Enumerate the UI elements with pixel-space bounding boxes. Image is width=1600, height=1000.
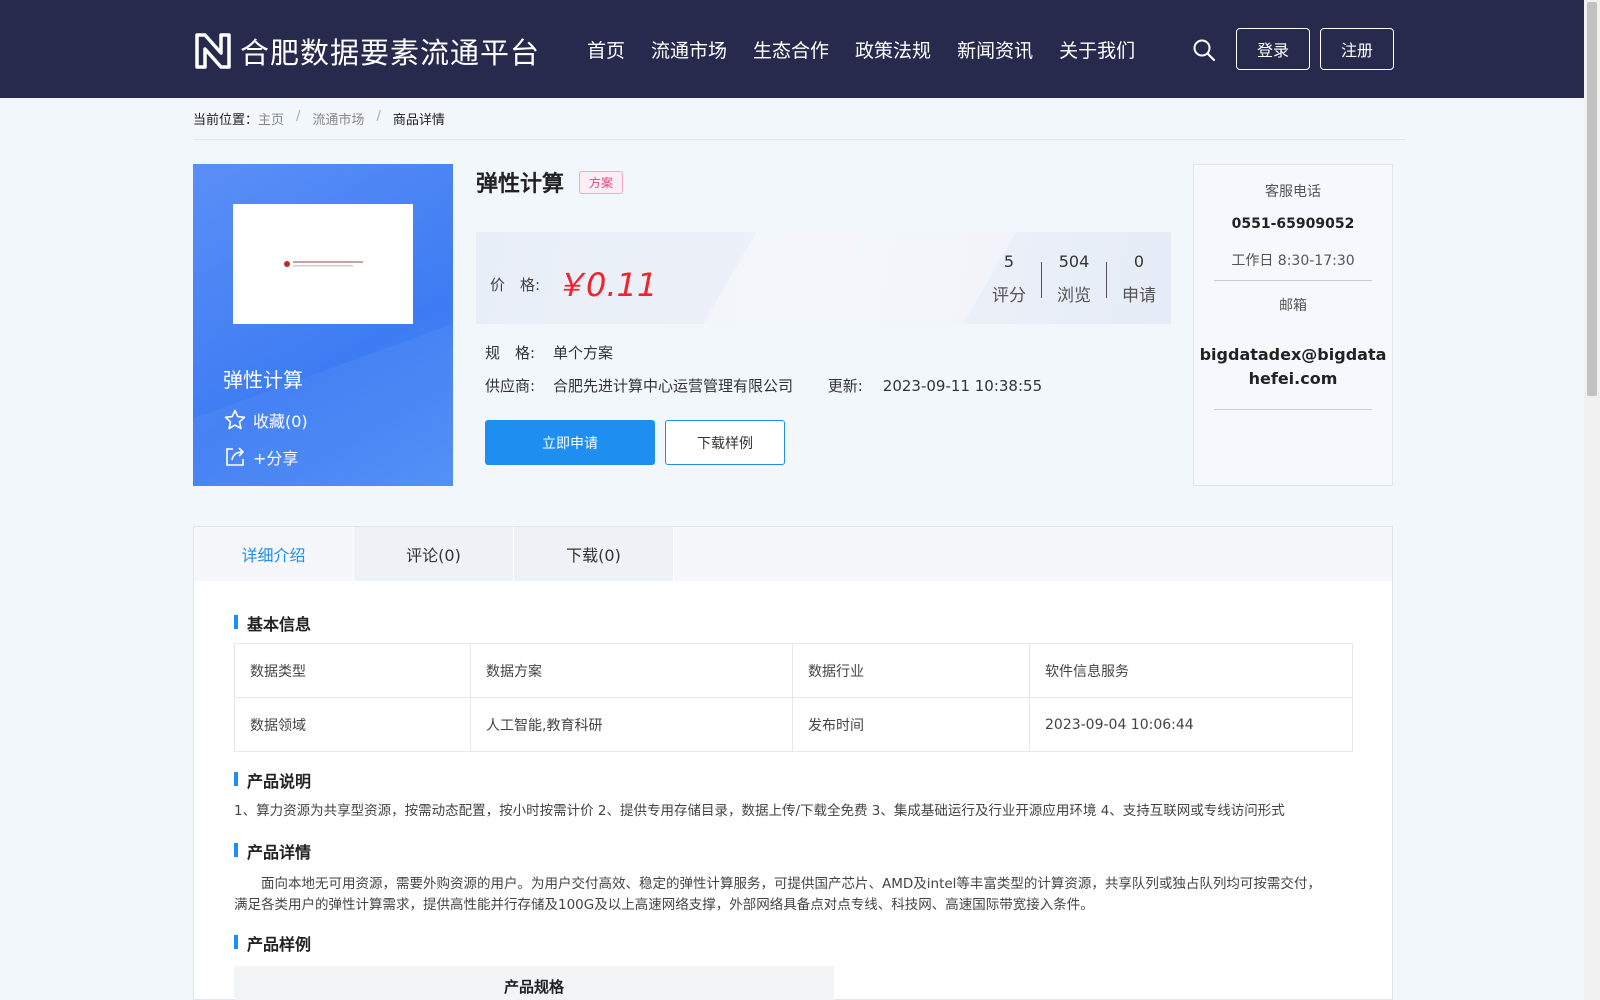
logo-icon bbox=[195, 33, 231, 69]
table-cell: 数据类型 bbox=[234, 643, 471, 698]
divider bbox=[193, 139, 1405, 140]
email-address[interactable]: bigdatadex@bigdata hefei.com bbox=[1194, 343, 1392, 391]
price-value: ￥0.11 bbox=[554, 266, 658, 304]
nav-home[interactable]: 首页 bbox=[587, 36, 625, 63]
detail-tabs: 详细介绍 评论(0) 下载(0) bbox=[193, 526, 1393, 582]
divider bbox=[1214, 280, 1372, 281]
email-line: bigdatadex@bigdata bbox=[1199, 345, 1387, 364]
stat-number: 5 bbox=[1003, 252, 1015, 271]
updated-label: 更新: bbox=[827, 377, 863, 395]
product-tag-badge: 方案 bbox=[579, 171, 624, 194]
table-row: 数据类型 数据方案 数据行业 软件信息服务 bbox=[234, 643, 1353, 698]
breadcrumb-separator: / bbox=[296, 109, 301, 124]
divider bbox=[1214, 409, 1372, 410]
stat-applications: 0 申请 bbox=[1107, 252, 1171, 306]
site-title: 合肥数据要素流通平台 bbox=[240, 36, 541, 70]
product-thumbnail[interactable] bbox=[233, 204, 413, 324]
stat-number: 0 bbox=[1133, 252, 1145, 271]
tab-details[interactable]: 详细介绍 bbox=[194, 527, 354, 581]
nav-news[interactable]: 新闻资讯 bbox=[957, 36, 1033, 63]
table-row: 数据领域 人工智能,教育科研 发布时间 2023-09-04 10:06:44 bbox=[234, 697, 1353, 752]
stat-number: 504 bbox=[1058, 252, 1090, 271]
supplier-label: 供应商: bbox=[485, 377, 536, 395]
table-cell: 数据行业 bbox=[792, 643, 1030, 698]
table-cell: 人工智能,教育科研 bbox=[470, 697, 793, 752]
table-cell: 发布时间 bbox=[792, 697, 1030, 752]
product-detail-text: 面向本地无可用资源，需要外购资源的用户。为用户交付高效、稳定的弹性计算服务，可提… bbox=[234, 876, 1321, 913]
top-navbar: 合肥数据要素流通平台 首页 流通市场 生态合作 政策法规 新闻资讯 关于我们 登… bbox=[0, 0, 1584, 98]
share-button[interactable]: +分享 bbox=[223, 445, 298, 469]
service-hours: 工作日 8:30-17:30 bbox=[1231, 253, 1355, 269]
star-icon bbox=[224, 409, 246, 430]
breadcrumb-current: 商品详情 bbox=[392, 113, 445, 128]
apply-now-button[interactable]: 立即申请 bbox=[485, 420, 655, 465]
breadcrumb-market[interactable]: 流通市场 bbox=[312, 109, 364, 128]
detail-panel: 基本信息 数据类型 数据方案 数据行业 软件信息服务 数据领域 人工智能,教育科… bbox=[193, 581, 1393, 1000]
sample-table-header: 产品规格 bbox=[234, 966, 834, 1000]
table-cell: 2023-09-04 10:06:44 bbox=[1029, 697, 1353, 752]
main-nav: 首页 流通市场 生态合作 政策法规 新闻资讯 关于我们 bbox=[587, 36, 1161, 63]
table-cell: 软件信息服务 bbox=[1029, 643, 1353, 698]
spec-label: 规 格: bbox=[485, 344, 536, 362]
updated-value: 2023-09-11 10:38:55 bbox=[882, 377, 1043, 395]
spec-value: 单个方案 bbox=[553, 344, 614, 362]
phone-title: 客服电话 bbox=[1265, 184, 1321, 200]
breadcrumb: 当前位置： 主页 / 流通市场 / 商品详情 bbox=[193, 109, 445, 128]
phone-number: 0551-65909052 bbox=[1231, 216, 1355, 232]
customer-service-card: 客服电话 0551-65909052 工作日 8:30-17:30 邮箱 big… bbox=[1193, 164, 1393, 486]
share-icon bbox=[226, 447, 244, 466]
section-title-basic-info: 基本信息 bbox=[234, 611, 311, 635]
nav-about[interactable]: 关于我们 bbox=[1059, 36, 1135, 63]
section-title-sample: 产品样例 bbox=[234, 931, 311, 955]
email-line: hefei.com bbox=[1248, 369, 1338, 388]
spec-row: 规 格: 单个方案 bbox=[485, 342, 613, 363]
price-panel: 价 格: ￥0.11 5 评分 504 浏览 0 申请 bbox=[476, 232, 1171, 324]
product-image-card: 弹性计算 收藏(0) +分享 bbox=[193, 164, 453, 486]
product-description: 1、算力资源为共享型资源，按需动态配置，按小时按需计价 2、提供专用存储目录，数… bbox=[234, 803, 1285, 819]
table-cell: 数据方案 bbox=[470, 643, 793, 698]
tab-downloads[interactable]: 下载(0) bbox=[514, 527, 674, 581]
supplier-value: 合肥先进计算中心运营管理有限公司 bbox=[553, 377, 794, 395]
thumbnail-logo-image bbox=[284, 261, 363, 267]
section-title-details: 产品详情 bbox=[234, 839, 311, 863]
basic-info-table: 数据类型 数据方案 数据行业 软件信息服务 数据领域 人工智能,教育科研 发布时… bbox=[234, 643, 1353, 752]
scrollbar-thumb[interactable] bbox=[1587, 2, 1597, 396]
email-title: 邮箱 bbox=[1279, 298, 1307, 314]
product-title: 弹性计算 bbox=[476, 172, 565, 197]
nav-ecosystem[interactable]: 生态合作 bbox=[753, 36, 829, 63]
price-label: 价 格: bbox=[490, 276, 541, 294]
stat-label: 浏览 bbox=[1057, 286, 1091, 306]
breadcrumb-prefix: 当前位置： bbox=[193, 113, 259, 128]
download-sample-button[interactable]: 下载样例 bbox=[665, 420, 785, 465]
nav-market[interactable]: 流通市场 bbox=[651, 36, 727, 63]
login-button[interactable]: 登录 bbox=[1236, 28, 1310, 70]
stat-label: 评分 bbox=[992, 286, 1026, 306]
tab-comments[interactable]: 评论(0) bbox=[354, 527, 514, 581]
favorite-button[interactable]: 收藏(0) bbox=[223, 408, 308, 432]
favorite-label: 收藏(0) bbox=[253, 412, 308, 431]
stat-label: 申请 bbox=[1122, 286, 1156, 306]
table-cell: 数据领域 bbox=[234, 697, 471, 752]
site-logo[interactable]: 合肥数据要素流通平台 bbox=[193, 30, 540, 72]
share-label: +分享 bbox=[253, 449, 299, 468]
supplier-row: 供应商: 合肥先进计算中心运营管理有限公司 更新: 2023-09-11 10:38… bbox=[485, 375, 1042, 396]
section-title-description: 产品说明 bbox=[234, 768, 311, 792]
stat-views: 504 浏览 bbox=[1042, 252, 1106, 306]
breadcrumb-home[interactable]: 主页 bbox=[258, 109, 284, 128]
register-button[interactable]: 注册 bbox=[1320, 28, 1394, 70]
breadcrumb-separator: / bbox=[376, 109, 381, 124]
product-card-name: 弹性计算 bbox=[223, 368, 303, 392]
nav-policy[interactable]: 政策法规 bbox=[855, 36, 931, 63]
search-icon[interactable] bbox=[1192, 38, 1216, 62]
stat-rating: 5 评分 bbox=[977, 252, 1041, 306]
